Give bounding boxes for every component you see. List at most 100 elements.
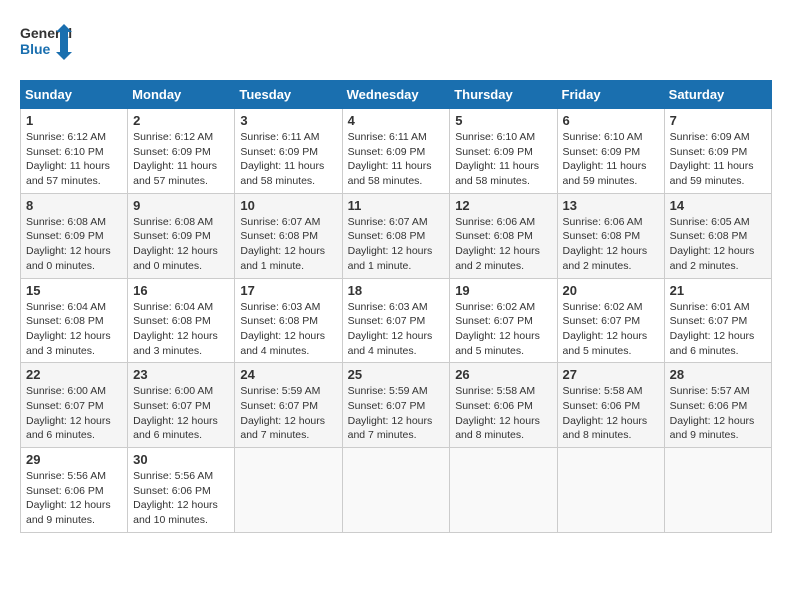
- calendar-cell: 21 Sunrise: 6:01 AM Sunset: 6:07 PM Dayl…: [664, 278, 771, 363]
- calendar-cell: 30 Sunrise: 5:56 AM Sunset: 6:06 PM Dayl…: [128, 448, 235, 533]
- day-number: 30: [133, 452, 229, 467]
- day-number: 24: [240, 367, 336, 382]
- calendar-cell: 27 Sunrise: 5:58 AM Sunset: 6:06 PM Dayl…: [557, 363, 664, 448]
- day-info: Sunrise: 6:00 AM Sunset: 6:07 PM Dayligh…: [133, 384, 229, 443]
- day-info: Sunrise: 6:08 AM Sunset: 6:09 PM Dayligh…: [133, 215, 229, 274]
- day-number: 21: [670, 283, 766, 298]
- calendar-cell: 8 Sunrise: 6:08 AM Sunset: 6:09 PM Dayli…: [21, 193, 128, 278]
- day-info: Sunrise: 6:11 AM Sunset: 6:09 PM Dayligh…: [240, 130, 336, 189]
- day-number: 17: [240, 283, 336, 298]
- day-number: 23: [133, 367, 229, 382]
- calendar-cell: 5 Sunrise: 6:10 AM Sunset: 6:09 PM Dayli…: [450, 109, 557, 194]
- day-info: Sunrise: 5:57 AM Sunset: 6:06 PM Dayligh…: [670, 384, 766, 443]
- weekday-header: Monday: [128, 81, 235, 109]
- day-info: Sunrise: 6:08 AM Sunset: 6:09 PM Dayligh…: [26, 215, 122, 274]
- calendar-cell: 23 Sunrise: 6:00 AM Sunset: 6:07 PM Dayl…: [128, 363, 235, 448]
- calendar-cell: 14 Sunrise: 6:05 AM Sunset: 6:08 PM Dayl…: [664, 193, 771, 278]
- calendar-cell: [557, 448, 664, 533]
- weekday-header: Thursday: [450, 81, 557, 109]
- day-info: Sunrise: 6:06 AM Sunset: 6:08 PM Dayligh…: [455, 215, 551, 274]
- day-number: 15: [26, 283, 122, 298]
- day-number: 20: [563, 283, 659, 298]
- day-number: 11: [348, 198, 445, 213]
- day-info: Sunrise: 6:10 AM Sunset: 6:09 PM Dayligh…: [455, 130, 551, 189]
- day-number: 5: [455, 113, 551, 128]
- calendar-cell: 19 Sunrise: 6:02 AM Sunset: 6:07 PM Dayl…: [450, 278, 557, 363]
- day-info: Sunrise: 5:59 AM Sunset: 6:07 PM Dayligh…: [240, 384, 336, 443]
- calendar-cell: 9 Sunrise: 6:08 AM Sunset: 6:09 PM Dayli…: [128, 193, 235, 278]
- day-info: Sunrise: 6:05 AM Sunset: 6:08 PM Dayligh…: [670, 215, 766, 274]
- day-number: 22: [26, 367, 122, 382]
- day-info: Sunrise: 6:02 AM Sunset: 6:07 PM Dayligh…: [563, 300, 659, 359]
- day-info: Sunrise: 6:04 AM Sunset: 6:08 PM Dayligh…: [133, 300, 229, 359]
- calendar-cell: 28 Sunrise: 5:57 AM Sunset: 6:06 PM Dayl…: [664, 363, 771, 448]
- day-number: 16: [133, 283, 229, 298]
- calendar-cell: 13 Sunrise: 6:06 AM Sunset: 6:08 PM Dayl…: [557, 193, 664, 278]
- day-number: 7: [670, 113, 766, 128]
- calendar-cell: 26 Sunrise: 5:58 AM Sunset: 6:06 PM Dayl…: [450, 363, 557, 448]
- calendar-cell: 18 Sunrise: 6:03 AM Sunset: 6:07 PM Dayl…: [342, 278, 450, 363]
- calendar-cell: 2 Sunrise: 6:12 AM Sunset: 6:09 PM Dayli…: [128, 109, 235, 194]
- calendar-cell: 1 Sunrise: 6:12 AM Sunset: 6:10 PM Dayli…: [21, 109, 128, 194]
- logo-svg: General Blue: [20, 20, 72, 64]
- day-info: Sunrise: 6:01 AM Sunset: 6:07 PM Dayligh…: [670, 300, 766, 359]
- day-number: 4: [348, 113, 445, 128]
- calendar-cell: 15 Sunrise: 6:04 AM Sunset: 6:08 PM Dayl…: [21, 278, 128, 363]
- weekday-header: Tuesday: [235, 81, 342, 109]
- day-number: 28: [670, 367, 766, 382]
- day-info: Sunrise: 6:03 AM Sunset: 6:07 PM Dayligh…: [348, 300, 445, 359]
- day-info: Sunrise: 6:12 AM Sunset: 6:10 PM Dayligh…: [26, 130, 122, 189]
- weekday-header: Saturday: [664, 81, 771, 109]
- day-info: Sunrise: 6:10 AM Sunset: 6:09 PM Dayligh…: [563, 130, 659, 189]
- calendar: SundayMondayTuesdayWednesdayThursdayFrid…: [20, 80, 772, 533]
- day-info: Sunrise: 6:07 AM Sunset: 6:08 PM Dayligh…: [240, 215, 336, 274]
- calendar-cell: [235, 448, 342, 533]
- day-number: 3: [240, 113, 336, 128]
- logo: General Blue: [20, 20, 72, 64]
- day-number: 25: [348, 367, 445, 382]
- calendar-cell: 7 Sunrise: 6:09 AM Sunset: 6:09 PM Dayli…: [664, 109, 771, 194]
- calendar-cell: 12 Sunrise: 6:06 AM Sunset: 6:08 PM Dayl…: [450, 193, 557, 278]
- day-info: Sunrise: 5:59 AM Sunset: 6:07 PM Dayligh…: [348, 384, 445, 443]
- calendar-cell: 22 Sunrise: 6:00 AM Sunset: 6:07 PM Dayl…: [21, 363, 128, 448]
- svg-text:Blue: Blue: [20, 41, 51, 57]
- day-info: Sunrise: 6:09 AM Sunset: 6:09 PM Dayligh…: [670, 130, 766, 189]
- day-info: Sunrise: 6:00 AM Sunset: 6:07 PM Dayligh…: [26, 384, 122, 443]
- day-info: Sunrise: 5:58 AM Sunset: 6:06 PM Dayligh…: [563, 384, 659, 443]
- day-info: Sunrise: 5:58 AM Sunset: 6:06 PM Dayligh…: [455, 384, 551, 443]
- day-number: 6: [563, 113, 659, 128]
- day-info: Sunrise: 6:11 AM Sunset: 6:09 PM Dayligh…: [348, 130, 445, 189]
- weekday-header: Friday: [557, 81, 664, 109]
- calendar-cell: 29 Sunrise: 5:56 AM Sunset: 6:06 PM Dayl…: [21, 448, 128, 533]
- day-number: 12: [455, 198, 551, 213]
- calendar-cell: 6 Sunrise: 6:10 AM Sunset: 6:09 PM Dayli…: [557, 109, 664, 194]
- day-info: Sunrise: 5:56 AM Sunset: 6:06 PM Dayligh…: [133, 469, 229, 528]
- calendar-cell: [450, 448, 557, 533]
- calendar-cell: 11 Sunrise: 6:07 AM Sunset: 6:08 PM Dayl…: [342, 193, 450, 278]
- day-number: 8: [26, 198, 122, 213]
- day-number: 29: [26, 452, 122, 467]
- day-info: Sunrise: 6:02 AM Sunset: 6:07 PM Dayligh…: [455, 300, 551, 359]
- day-number: 9: [133, 198, 229, 213]
- calendar-cell: 3 Sunrise: 6:11 AM Sunset: 6:09 PM Dayli…: [235, 109, 342, 194]
- day-info: Sunrise: 6:03 AM Sunset: 6:08 PM Dayligh…: [240, 300, 336, 359]
- day-info: Sunrise: 6:06 AM Sunset: 6:08 PM Dayligh…: [563, 215, 659, 274]
- day-number: 10: [240, 198, 336, 213]
- day-number: 18: [348, 283, 445, 298]
- day-info: Sunrise: 5:56 AM Sunset: 6:06 PM Dayligh…: [26, 469, 122, 528]
- day-info: Sunrise: 6:04 AM Sunset: 6:08 PM Dayligh…: [26, 300, 122, 359]
- weekday-header: Wednesday: [342, 81, 450, 109]
- weekday-header: Sunday: [21, 81, 128, 109]
- day-number: 26: [455, 367, 551, 382]
- calendar-cell: 17 Sunrise: 6:03 AM Sunset: 6:08 PM Dayl…: [235, 278, 342, 363]
- day-number: 19: [455, 283, 551, 298]
- calendar-cell: [664, 448, 771, 533]
- calendar-cell: 16 Sunrise: 6:04 AM Sunset: 6:08 PM Dayl…: [128, 278, 235, 363]
- calendar-cell: 24 Sunrise: 5:59 AM Sunset: 6:07 PM Dayl…: [235, 363, 342, 448]
- day-number: 1: [26, 113, 122, 128]
- calendar-cell: 4 Sunrise: 6:11 AM Sunset: 6:09 PM Dayli…: [342, 109, 450, 194]
- calendar-cell: 25 Sunrise: 5:59 AM Sunset: 6:07 PM Dayl…: [342, 363, 450, 448]
- day-number: 13: [563, 198, 659, 213]
- calendar-cell: [342, 448, 450, 533]
- day-info: Sunrise: 6:12 AM Sunset: 6:09 PM Dayligh…: [133, 130, 229, 189]
